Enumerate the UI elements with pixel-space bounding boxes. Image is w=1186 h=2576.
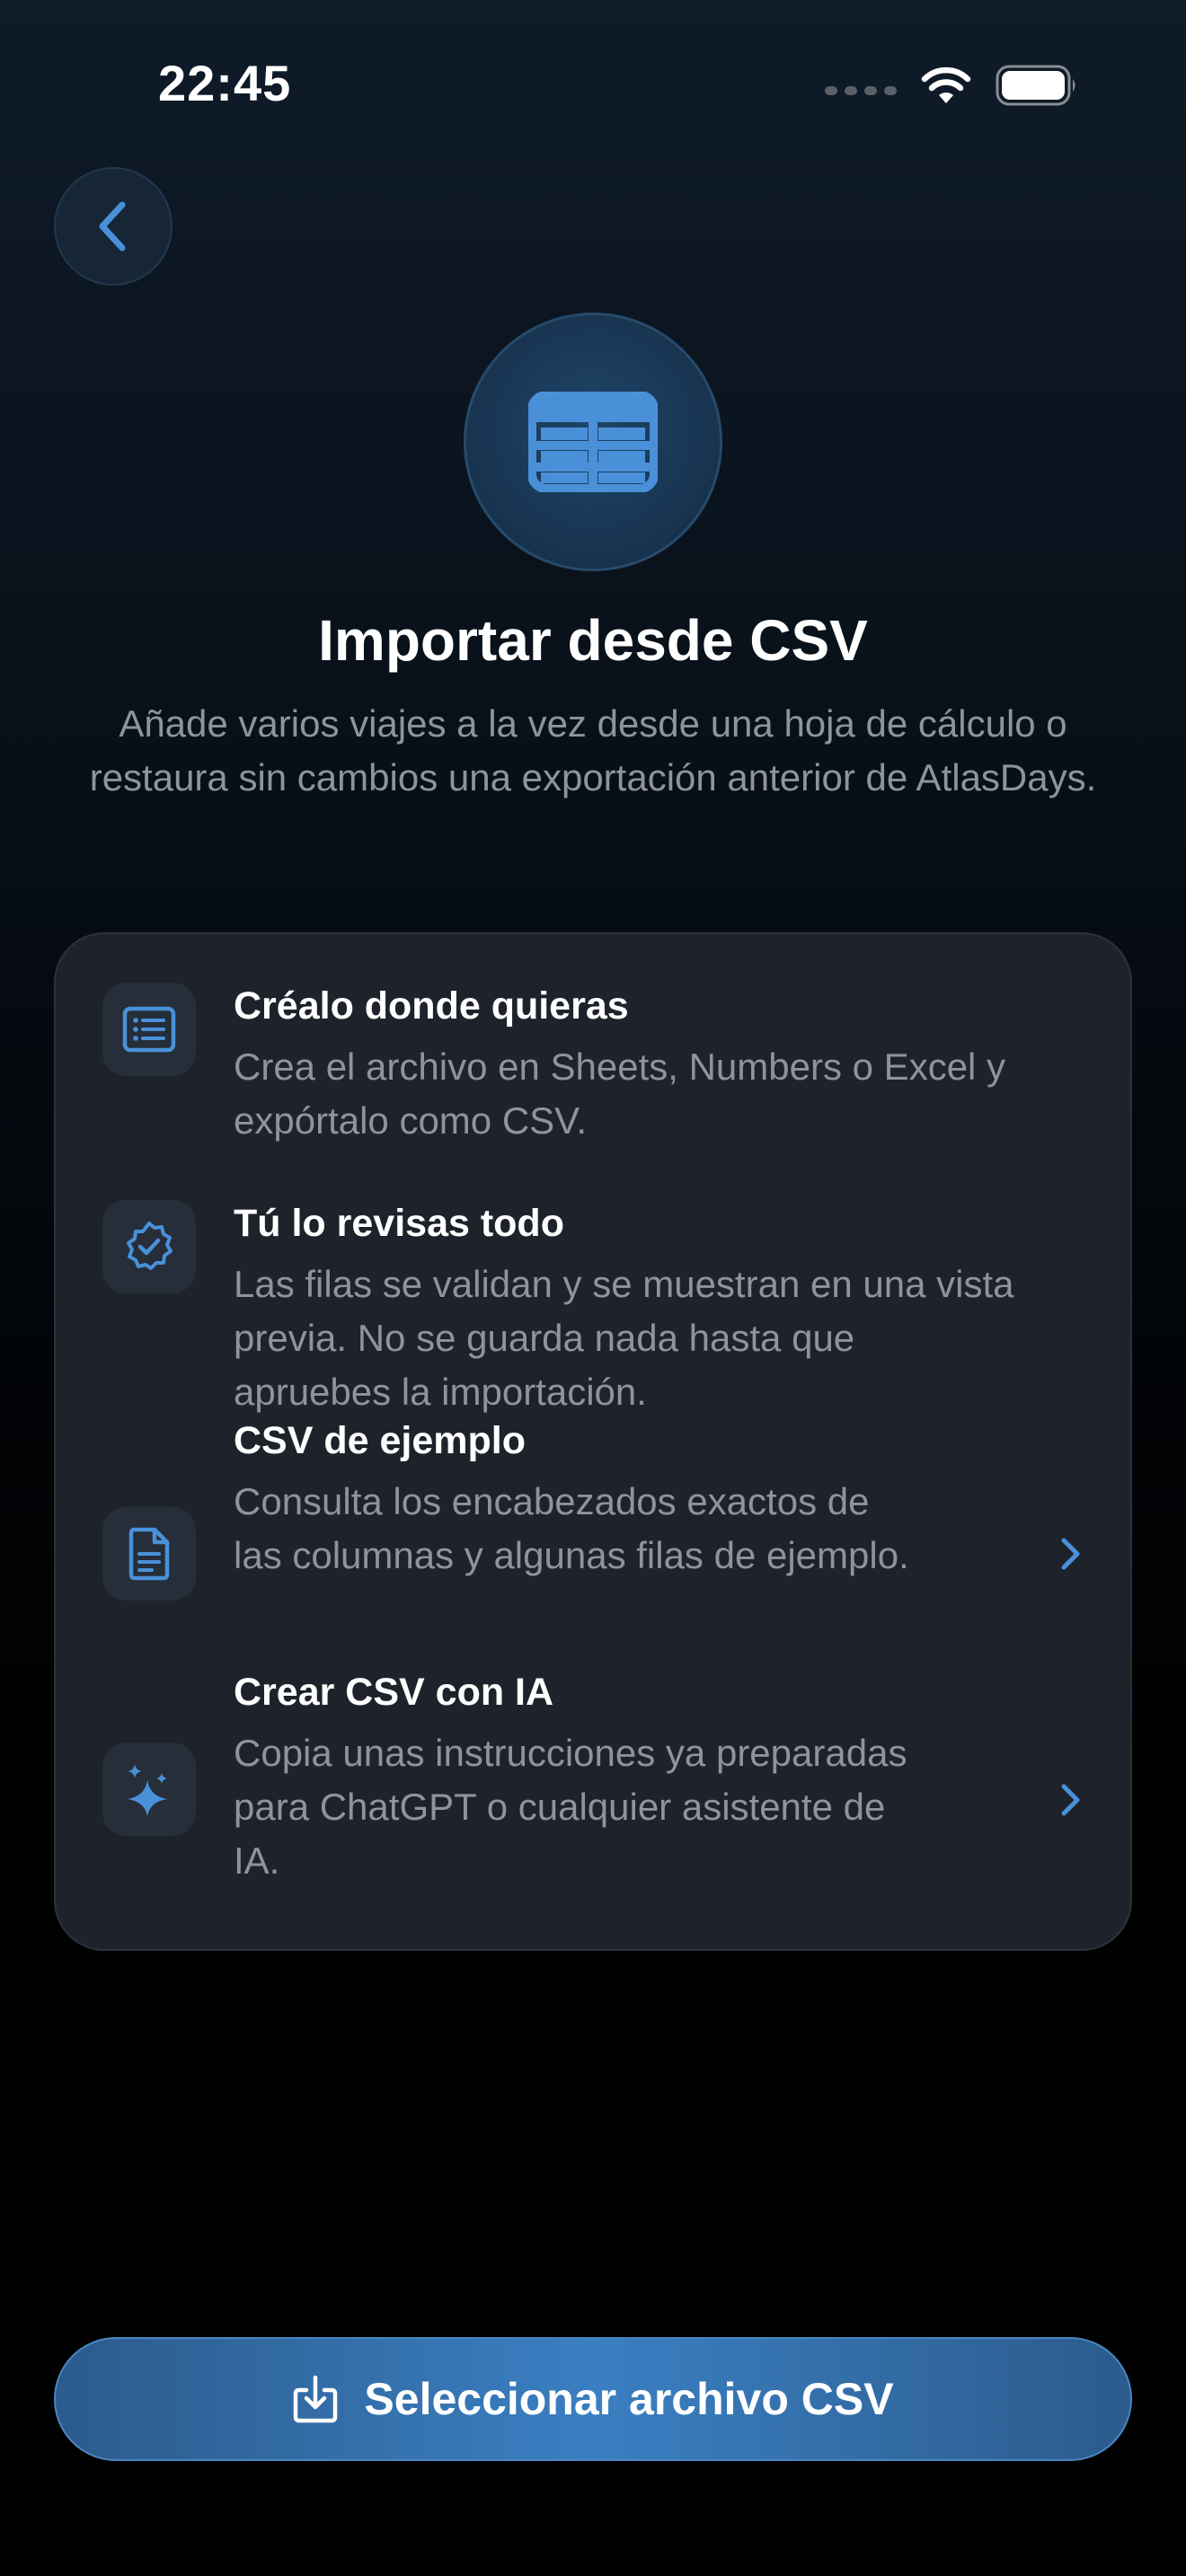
sparkles-icon (102, 1742, 196, 1836)
row-title: Créalo donde quieras (234, 984, 629, 1028)
back-button[interactable] (54, 167, 173, 286)
info-card: Créalo donde quieras Crea el archivo en … (54, 932, 1132, 1951)
row-description-line: Las filas se validan y se muestran en un… (234, 1263, 1014, 1305)
row-description: Copia unas instrucciones ya preparadas p… (234, 1726, 907, 1888)
row-description-line: las columnas y algunas filas de ejemplo. (234, 1534, 909, 1576)
card-row-example-csv[interactable]: CSV de ejemplo Consulta los encabezados … (56, 1419, 1134, 1671)
chevron-right-icon (1053, 1782, 1089, 1818)
select-csv-file-button[interactable]: Seleccionar archivo CSV (54, 2337, 1132, 2461)
battery-icon (996, 65, 1078, 106)
row-description-line: para ChatGPT o cualquier asistente de (234, 1786, 886, 1828)
table-hero-icon (464, 313, 722, 571)
row-description-line: Copia unas instrucciones ya preparadas (234, 1732, 907, 1774)
row-description-line: Crea el archivo en Sheets, Numbers o Exc… (234, 1045, 1006, 1088)
row-description: Consulta los encabezados exactos de las … (234, 1475, 909, 1583)
chevron-left-icon (99, 201, 126, 251)
cellular-signal-icon (825, 86, 897, 95)
wifi-icon (920, 66, 972, 105)
select-csv-file-label: Seleccionar archivo CSV (364, 2374, 894, 2424)
page-subtitle: Añade varios viajes a la vez desde una h… (89, 702, 1097, 798)
row-description-line: expórtalo como CSV. (234, 1099, 587, 1142)
download-tray-icon (294, 2375, 338, 2423)
list-icon (102, 983, 196, 1076)
page-title: Importar desde CSV (318, 608, 868, 673)
verified-badge-icon (102, 1200, 196, 1293)
row-title: CSV de ejemplo (234, 1419, 526, 1462)
document-icon (102, 1507, 196, 1601)
row-description-line: previa. No se guarda nada hasta que (234, 1317, 855, 1359)
chevron-right-icon (1053, 1536, 1089, 1572)
row-title: Crear CSV con IA (234, 1671, 554, 1714)
table-icon (528, 392, 658, 492)
status-icons (825, 65, 1078, 106)
screen: 22:45 Importar desde CSV Añade varios vi… (0, 0, 1186, 2576)
row-description: Las filas se validan y se muestran en un… (234, 1257, 1013, 1419)
row-description: Crea el archivo en Sheets, Numbers o Exc… (234, 1040, 1005, 1148)
row-description-line: Consulta los encabezados exactos de (234, 1480, 870, 1522)
row-description-line: apruebes la importación. (234, 1371, 647, 1413)
row-description-line: IA. (234, 1839, 280, 1882)
row-title: Tú lo revisas todo (234, 1202, 564, 1245)
status-time: 22:45 (158, 55, 292, 111)
card-row-create-csv-with-ai[interactable]: Crear CSV con IA Copia unas instruccione… (56, 1671, 1134, 1949)
